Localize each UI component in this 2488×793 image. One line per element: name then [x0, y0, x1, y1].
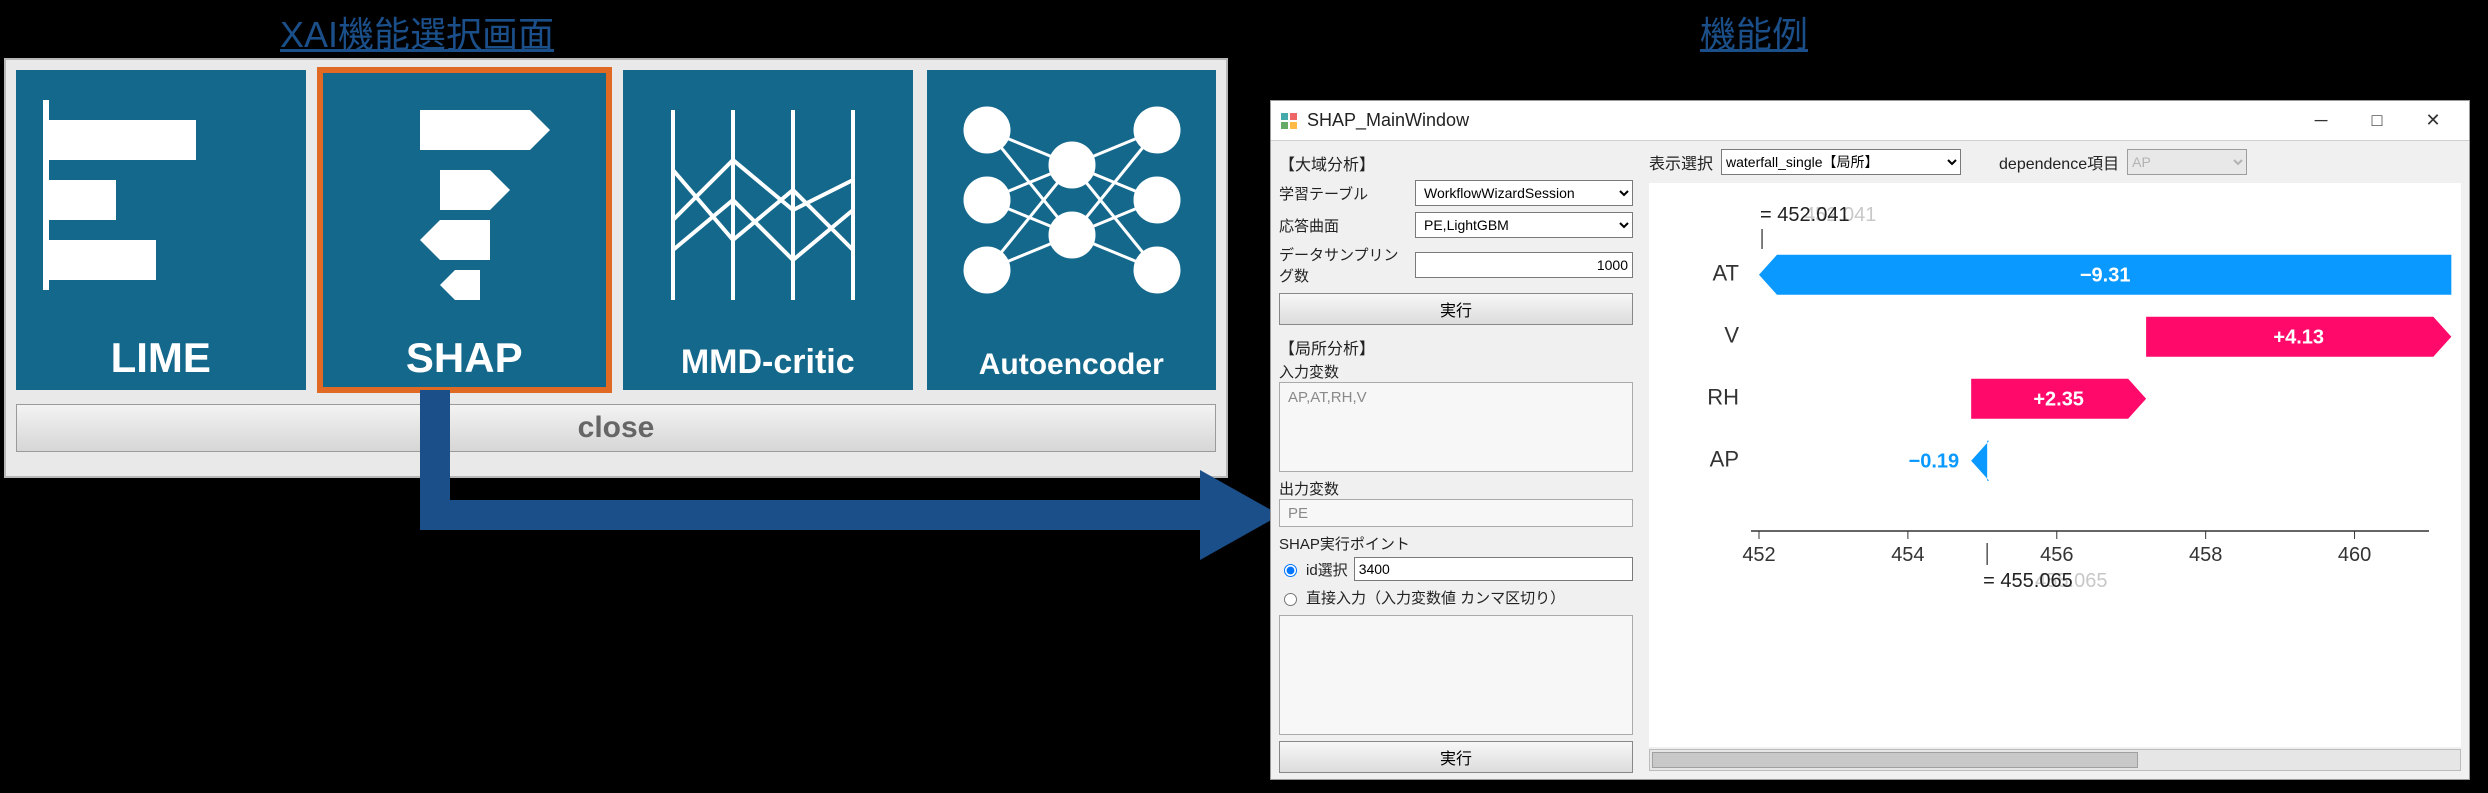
- tile-lime[interactable]: LIME: [16, 70, 306, 390]
- left-pane: 【大域分析】 学習テーブル WorkflowWizardSession 応答曲面…: [1271, 141, 1641, 779]
- window-title: SHAP_MainWindow: [1307, 110, 2293, 131]
- horizontal-scrollbar[interactable]: [1649, 749, 2461, 771]
- learning-table-label: 学習テーブル: [1279, 183, 1409, 204]
- svg-text:+4.13: +4.13: [2273, 327, 2324, 349]
- svg-text:= 455.065: = 455.065: [1983, 570, 2073, 592]
- svg-text:452: 452: [1742, 544, 1775, 566]
- svg-text:+2.35: +2.35: [2033, 389, 2084, 411]
- tile-lime-label: LIME: [16, 334, 306, 382]
- close-button[interactable]: close: [16, 404, 1216, 452]
- display-select-label: 表示選択: [1649, 150, 1713, 174]
- radio-id-select[interactable]: [1284, 564, 1297, 577]
- autoencoder-icon: [927, 70, 1217, 330]
- svg-text:456: 456: [2040, 544, 2073, 566]
- titlebar: SHAP_MainWindow ─ □ ✕: [1271, 101, 2469, 141]
- tile-autoencoder[interactable]: Autoencoder: [927, 70, 1217, 390]
- tile-mmd-label: MMD-critic: [623, 343, 913, 382]
- output-vars-value: PE: [1279, 499, 1633, 527]
- display-select[interactable]: waterfall_single【局所】: [1721, 149, 1961, 175]
- response-curve-select[interactable]: PE,LightGBM: [1415, 212, 1633, 238]
- waterfall-chart: 452.041= 452.041AT−9.31V+4.13RH+2.35AP−0…: [1649, 183, 2461, 747]
- radio-direct-input[interactable]: [1284, 593, 1297, 606]
- output-vars-label: 出力変数: [1279, 478, 1633, 499]
- app-icon: [1279, 111, 1299, 131]
- minimize-button[interactable]: ─: [2293, 101, 2349, 141]
- shap-point-label: SHAP実行ポイント: [1279, 533, 1633, 554]
- response-curve-label: 応答曲面: [1279, 215, 1409, 236]
- svg-text:−0.19: −0.19: [1909, 451, 1960, 473]
- radio-id-label: id選択: [1306, 559, 1348, 580]
- local-section-label: 【局所分析】: [1279, 335, 1633, 359]
- tile-shap[interactable]: SHAP: [320, 70, 610, 390]
- run-global-button[interactable]: 実行: [1279, 293, 1633, 325]
- svg-text:460: 460: [2338, 544, 2371, 566]
- maximize-button[interactable]: □: [2349, 101, 2405, 141]
- svg-text:RH: RH: [1707, 385, 1739, 410]
- sampling-input[interactable]: [1415, 252, 1633, 278]
- heading-example: 機能例: [1700, 6, 1808, 58]
- close-window-button[interactable]: ✕: [2405, 101, 2461, 141]
- tile-row: LIME SHAP: [16, 70, 1216, 390]
- global-section-label: 【大域分析】: [1279, 151, 1633, 175]
- svg-text:= 452.041: = 452.041: [1760, 204, 1850, 226]
- id-select-input[interactable]: [1354, 557, 1633, 581]
- run-local-button[interactable]: 実行: [1279, 741, 1633, 773]
- learning-table-select[interactable]: WorkflowWizardSession: [1415, 180, 1633, 206]
- shap-main-window: SHAP_MainWindow ─ □ ✕ 【大域分析】 学習テーブル Work…: [1270, 100, 2470, 780]
- shap-icon: [320, 70, 610, 330]
- input-vars-value: AP,AT,RH,V: [1279, 382, 1633, 472]
- input-vars-label: 入力変数: [1279, 361, 1633, 382]
- radio-direct-label: 直接入力（入力変数値 カンマ区切り）: [1306, 587, 1565, 608]
- mmd-critic-icon: [623, 70, 913, 330]
- right-pane: 表示選択 waterfall_single【局所】 dependence項目 A…: [1641, 141, 2469, 779]
- sampling-label: データサンプリング数: [1279, 244, 1409, 286]
- dependence-select: AP: [2127, 149, 2247, 175]
- scrollbar-thumb[interactable]: [1652, 752, 2138, 768]
- tile-shap-label: SHAP: [320, 334, 610, 382]
- xai-selector-panel: LIME SHAP: [4, 58, 1228, 478]
- tile-mmd-critic[interactable]: MMD-critic: [623, 70, 913, 390]
- direct-input-box: [1279, 615, 1633, 735]
- svg-text:AP: AP: [1710, 447, 1739, 472]
- svg-text:454: 454: [1891, 544, 1924, 566]
- svg-text:V: V: [1724, 323, 1739, 348]
- svg-text:−9.31: −9.31: [2080, 265, 2131, 287]
- dependence-label: dependence項目: [1999, 150, 2119, 174]
- heading-xai-select: XAI機能選択画面: [280, 6, 554, 58]
- tile-autoencoder-label: Autoencoder: [927, 348, 1217, 382]
- svg-text:458: 458: [2189, 544, 2222, 566]
- lime-icon: [16, 70, 306, 330]
- svg-text:AT: AT: [1713, 261, 1739, 286]
